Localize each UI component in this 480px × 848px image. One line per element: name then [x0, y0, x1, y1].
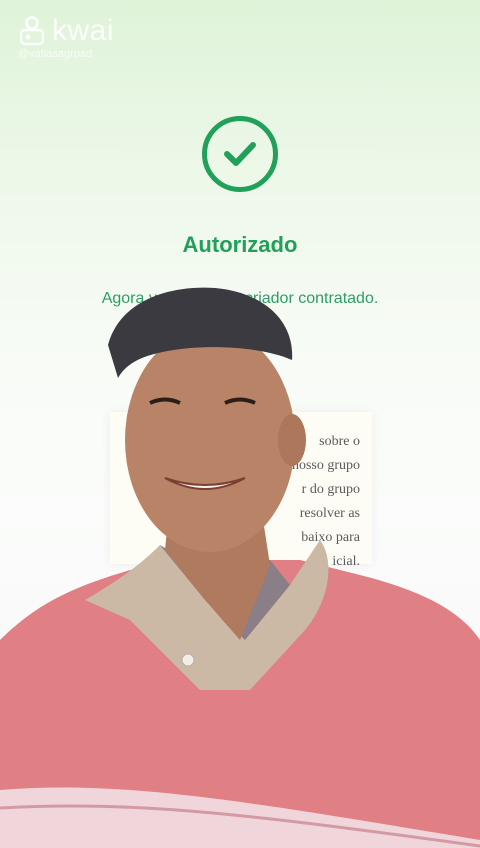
person-overlay-image	[0, 287, 480, 848]
face-shape	[125, 328, 295, 552]
ear-shape	[278, 414, 306, 466]
shirt-button-shape	[181, 653, 195, 667]
